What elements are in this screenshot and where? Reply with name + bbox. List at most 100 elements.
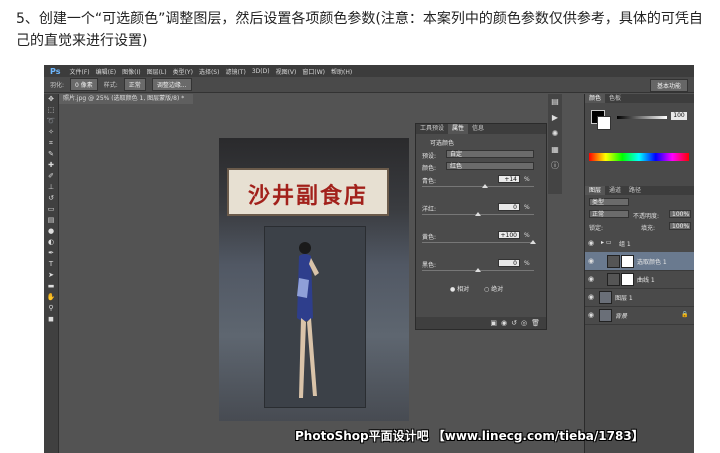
- layer-row[interactable]: ◉ 选取颜色 1: [585, 252, 694, 271]
- folder-icon: ▸ ▭: [601, 239, 612, 246]
- tab-info[interactable]: 信息: [468, 124, 488, 134]
- layer-row[interactable]: ◉ 图层 1: [585, 288, 694, 307]
- crop-tool-icon[interactable]: ⌗: [44, 138, 58, 149]
- fill-label: 填充:: [641, 225, 656, 232]
- type-tool-icon[interactable]: T: [44, 259, 58, 270]
- adjustments-icon[interactable]: ✺: [548, 126, 562, 142]
- background-swatch[interactable]: [597, 116, 611, 130]
- color-spectrum[interactable]: [589, 153, 689, 161]
- history-brush-icon[interactable]: ↺: [44, 193, 58, 204]
- menu-file[interactable]: 文件(F): [66, 67, 92, 76]
- history-icon[interactable]: ▤: [548, 94, 562, 110]
- menu-type[interactable]: 类型(Y): [170, 67, 196, 76]
- magic-wand-icon[interactable]: ✧: [44, 127, 58, 138]
- cyan-label: 青色:: [422, 178, 437, 185]
- cyan-value[interactable]: +14: [498, 175, 520, 183]
- menu-filter[interactable]: 滤镜(T): [222, 67, 248, 76]
- dodge-tool-icon[interactable]: ◐: [44, 237, 58, 248]
- menu-select[interactable]: 选择(S): [196, 67, 223, 76]
- marquee-tool-icon[interactable]: ⬚: [44, 105, 58, 116]
- menu-image[interactable]: 图像(I): [119, 67, 143, 76]
- gradient-icon[interactable]: ▤: [44, 215, 58, 226]
- blend-mode-select[interactable]: 正常: [589, 210, 629, 218]
- properties-title: 可选颜色: [430, 140, 455, 147]
- eye-icon[interactable]: ◉: [588, 239, 594, 247]
- styles-icon[interactable]: ▦: [548, 142, 562, 158]
- view-previous-icon[interactable]: ◉: [501, 319, 507, 327]
- fill-input[interactable]: 100%: [669, 222, 691, 230]
- layer-row[interactable]: ◉ 曲线 1: [585, 270, 694, 289]
- tab-layers[interactable]: 图层: [585, 186, 606, 195]
- style-select[interactable]: 正常: [123, 78, 146, 91]
- lasso-tool-icon[interactable]: ➰: [44, 116, 58, 127]
- eraser-icon[interactable]: ▭: [44, 204, 58, 215]
- layer-filter-select[interactable]: 类型: [589, 198, 629, 206]
- color-value[interactable]: 100: [671, 112, 687, 120]
- yellow-slider-thumb[interactable]: [530, 240, 536, 244]
- shop-sign: 沙井副食店: [227, 168, 389, 216]
- eye-icon[interactable]: ◉: [588, 311, 594, 319]
- menu-3d[interactable]: 3D(D): [249, 68, 273, 75]
- cyan-percent: %: [524, 176, 530, 183]
- radio-relative[interactable]: ● 相对: [450, 284, 469, 293]
- menu-window[interactable]: 窗口(W): [299, 67, 328, 76]
- menu-edit[interactable]: 编辑(E): [93, 67, 119, 76]
- gray-slider[interactable]: [617, 116, 667, 119]
- black-label: 黑色:: [422, 262, 437, 269]
- layer-row[interactable]: ◉ ▸ ▭ 组 1: [585, 234, 694, 253]
- zoom-tool-icon[interactable]: ⚲: [44, 303, 58, 314]
- photoshop-window: Ps 文件(F) 编辑(E) 图像(I) 图层(L) 类型(Y) 选择(S) 滤…: [44, 65, 694, 453]
- visibility-icon[interactable]: ◎: [521, 319, 527, 327]
- opacity-input[interactable]: 100%: [669, 210, 691, 218]
- colors-select[interactable]: 红色: [446, 162, 534, 170]
- play-icon[interactable]: ▶: [548, 110, 562, 126]
- eye-icon[interactable]: ◉: [588, 275, 594, 283]
- tab-tool-presets[interactable]: 工具预设: [416, 124, 448, 134]
- delete-icon[interactable]: 🗑: [531, 319, 540, 327]
- workspace-select[interactable]: 基本功能: [649, 79, 688, 92]
- menu-view[interactable]: 视图(V): [273, 67, 300, 76]
- layer-mask-thumb[interactable]: [621, 255, 634, 268]
- curves-icon: [607, 273, 620, 286]
- radio-absolute[interactable]: ○ 绝对: [484, 284, 503, 293]
- magenta-slider-thumb[interactable]: [475, 212, 481, 216]
- ps-logo: Ps: [50, 66, 61, 76]
- cyan-slider[interactable]: [422, 186, 534, 187]
- healing-brush-icon[interactable]: ✚: [44, 160, 58, 171]
- refine-edge-button[interactable]: 调整边缘...: [151, 78, 192, 91]
- info-icon[interactable]: ⓘ: [548, 158, 562, 174]
- eye-icon[interactable]: ◉: [588, 257, 594, 265]
- feather-input[interactable]: 0 像素: [70, 78, 98, 91]
- tab-color[interactable]: 颜色: [585, 94, 606, 103]
- magenta-value[interactable]: 0: [498, 203, 520, 211]
- blur-tool-icon[interactable]: ●: [44, 226, 58, 237]
- black-slider-thumb[interactable]: [475, 268, 481, 272]
- clip-layer-icon[interactable]: ▣: [490, 319, 497, 327]
- path-select-icon[interactable]: ➤: [44, 270, 58, 281]
- color-swatches-icon[interactable]: ◼: [44, 314, 58, 325]
- brush-tool-icon[interactable]: ✐: [44, 171, 58, 182]
- layer-row[interactable]: ◉ 背景 🔒: [585, 306, 694, 325]
- tab-swatches[interactable]: 色板: [605, 94, 625, 103]
- tab-paths[interactable]: 路径: [625, 186, 645, 195]
- eye-icon[interactable]: ◉: [588, 293, 594, 301]
- layer-mask-thumb[interactable]: [621, 273, 634, 286]
- pen-tool-icon[interactable]: ✒: [44, 248, 58, 259]
- document-tab[interactable]: 照片.jpg @ 25% (选取颜色 1, 图层蒙版/8) *: [59, 94, 193, 104]
- hand-tool-icon[interactable]: ✋: [44, 292, 58, 303]
- eyedropper-icon[interactable]: ✎: [44, 149, 58, 160]
- black-value[interactable]: 0: [498, 259, 520, 267]
- tab-properties[interactable]: 属性: [448, 124, 469, 134]
- shape-tool-icon[interactable]: ▬: [44, 281, 58, 292]
- tutorial-caption: 5、创建一个“可选颜色”调整图层，然后设置各项颜色参数(注意：本案列中的颜色参数…: [16, 11, 703, 49]
- reset-icon[interactable]: ↺: [511, 319, 517, 327]
- yellow-slider[interactable]: [422, 242, 534, 243]
- stamp-tool-icon[interactable]: ⊥: [44, 182, 58, 193]
- move-tool-icon[interactable]: ✥: [44, 94, 58, 105]
- yellow-value[interactable]: +100: [498, 231, 520, 239]
- menu-layer[interactable]: 图层(L): [144, 67, 170, 76]
- preset-select[interactable]: 自定: [446, 150, 534, 158]
- tab-channels[interactable]: 通道: [605, 186, 625, 195]
- cyan-slider-thumb[interactable]: [482, 184, 488, 188]
- menu-help[interactable]: 帮助(H): [328, 67, 355, 76]
